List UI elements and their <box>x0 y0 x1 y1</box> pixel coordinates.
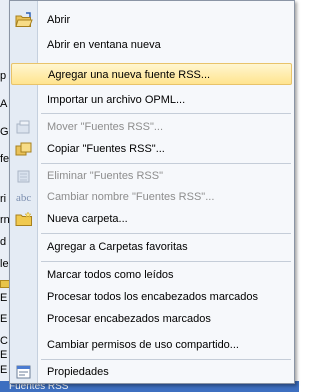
properties-icon <box>15 363 33 381</box>
menu-item-label: Propiedades <box>47 366 109 378</box>
menu-item-agregar-fuente-rss[interactable]: Agregar una nueva fuente RSS... <box>11 63 292 85</box>
svg-text:abc: abc <box>16 192 31 204</box>
menu-item-propiedades[interactable]: Propiedades <box>11 361 292 383</box>
move-folder-icon <box>15 118 33 136</box>
menu-item-label: Abrir en ventana nueva <box>47 39 161 51</box>
menu-item-agregar-favoritas[interactable]: Agregar a Carpetas favoritas <box>11 236 292 258</box>
menu-item-procesar-todos[interactable]: Procesar todos los encabezados marcados <box>11 286 292 308</box>
menu-item-abrir-ventana-nueva[interactable]: Abrir en ventana nueva <box>11 34 292 56</box>
menu-item-label: Marcar todos como leídos <box>47 269 174 281</box>
menu-item-label: Cambiar nombre "Fuentes RSS"... <box>47 191 215 203</box>
menu-item-mover[interactable]: Mover "Fuentes RSS"... <box>11 116 292 138</box>
menu-item-label: Cambiar permisos de uso compartido... <box>47 339 239 351</box>
delete-icon <box>15 167 33 185</box>
menu-separator <box>41 261 291 262</box>
rename-icon: abc <box>15 188 33 206</box>
copy-folder-icon <box>15 140 33 158</box>
menu-item-nueva-carpeta[interactable]: Nueva carpeta... <box>11 208 292 230</box>
open-folder-icon <box>15 11 33 29</box>
menu-item-label: Agregar una nueva fuente RSS... <box>48 69 211 81</box>
menu-item-label: Abrir <box>47 14 71 26</box>
menu-item-marcar-leidos[interactable]: Marcar todos como leídos <box>11 264 292 286</box>
new-folder-icon <box>15 210 33 228</box>
menu-item-label: Agregar a Carpetas favoritas <box>47 241 188 253</box>
menu-item-label: Procesar encabezados marcados <box>47 313 211 325</box>
menu-item-label: Eliminar "Fuentes RSS" <box>47 170 164 182</box>
menu-separator <box>41 163 291 164</box>
context-menu: Abrir Abrir en ventana nueva Agregar una… <box>9 0 295 384</box>
menu-item-label: Copiar "Fuentes RSS"... <box>47 143 165 155</box>
menu-item-label: Nueva carpeta... <box>47 213 128 225</box>
menu-item-cambiar-permisos[interactable]: Cambiar permisos de uso compartido... <box>11 334 292 356</box>
menu-separator <box>41 233 291 234</box>
menu-separator <box>41 359 291 360</box>
menu-item-label: Mover "Fuentes RSS"... <box>47 121 164 133</box>
menu-item-label: Procesar todos los encabezados marcados <box>47 291 258 303</box>
menu-item-label: Importar un archivo OPML... <box>47 94 186 106</box>
menu-item-abrir[interactable]: Abrir <box>11 9 292 31</box>
menu-item-eliminar[interactable]: Eliminar "Fuentes RSS" <box>11 165 292 187</box>
menu-item-cambiar-nombre[interactable]: abc Cambiar nombre "Fuentes RSS"... <box>11 186 292 208</box>
menu-item-importar-opml[interactable]: Importar un archivo OPML... <box>11 89 292 111</box>
menu-separator <box>41 113 291 114</box>
menu-item-copiar[interactable]: Copiar "Fuentes RSS"... <box>11 138 292 160</box>
menu-item-procesar-marcados[interactable]: Procesar encabezados marcados <box>11 308 292 330</box>
